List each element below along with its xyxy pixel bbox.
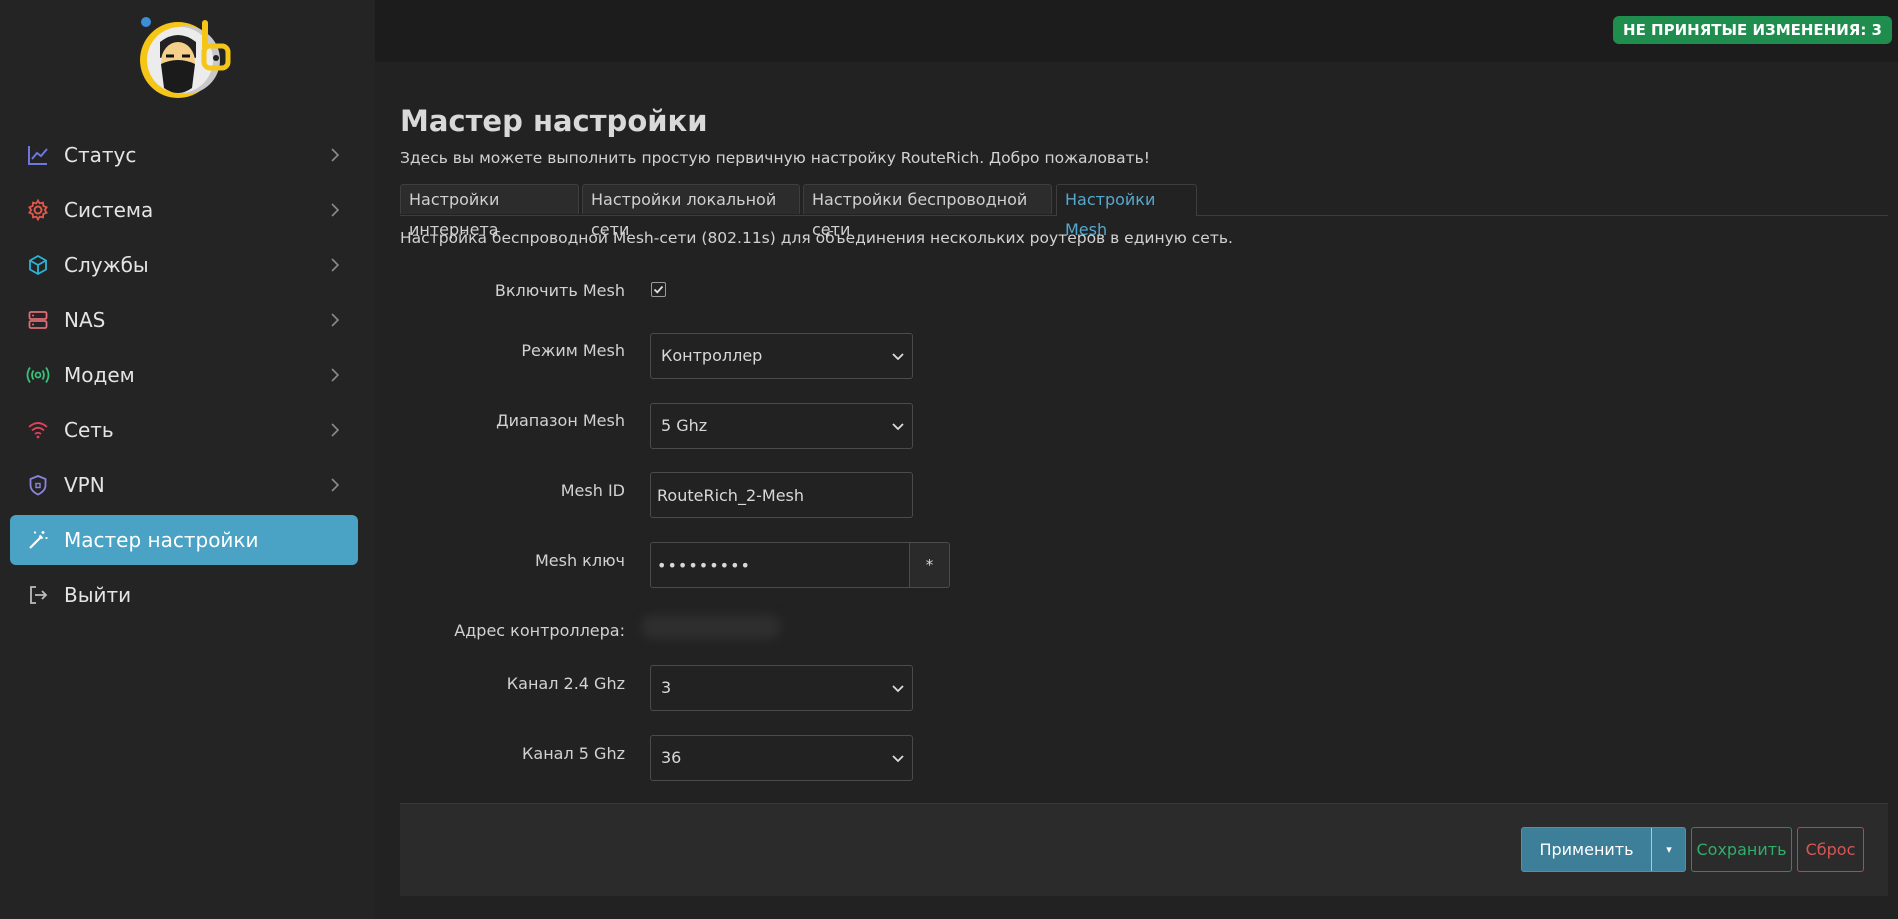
channel-5-select[interactable]: 36	[650, 735, 913, 781]
gear-icon	[26, 198, 50, 222]
sidebar-item-label: Модем	[64, 363, 135, 387]
channel-24-label: Канал 2.4 Ghz	[506, 674, 625, 693]
magic-wand-icon	[26, 528, 50, 552]
sidebar-item-label: VPN	[64, 473, 105, 497]
server-icon	[26, 308, 50, 332]
chevron-down-icon	[892, 755, 904, 763]
sidebar-item-label: Сеть	[64, 418, 114, 442]
mesh-key-label: Mesh ключ	[534, 551, 625, 570]
sidebar-item-nas[interactable]: NAS	[10, 295, 358, 345]
mesh-id-label: Mesh ID	[560, 481, 625, 500]
chevron-right-icon	[331, 313, 340, 327]
page-title: Мастер настройки	[400, 104, 708, 138]
cube-icon	[26, 253, 50, 277]
chevron-right-icon	[331, 368, 340, 382]
chart-line-icon	[26, 143, 50, 167]
mesh-band-label: Диапазон Mesh	[496, 411, 625, 430]
chevron-right-icon	[331, 478, 340, 492]
sidebar-item-vpn[interactable]: VPN	[10, 460, 358, 510]
sidebar-item-status[interactable]: Статус	[10, 130, 358, 180]
section-description: Настройка беспроводной Mesh-сети (802.11…	[400, 229, 1233, 247]
channel-5-label: Канал 5 Ghz	[522, 744, 625, 763]
sidebar-item-setup-wizard[interactable]: Мастер настройки	[10, 515, 358, 565]
controller-address-value-redacted	[642, 615, 780, 639]
top-bar: НЕ ПРИНЯТЫЕ ИЗМЕНЕНИЯ: 3	[375, 0, 1898, 62]
sidebar: Статус Система Службы NAS Модем Сеть VPN…	[0, 0, 375, 919]
tab-lan[interactable]: Настройки локальной сети	[582, 184, 800, 239]
sidebar-nav: Статус Система Службы NAS Модем Сеть VPN…	[10, 130, 358, 625]
chevron-down-icon	[892, 423, 904, 431]
chevron-down-icon	[892, 353, 904, 361]
sidebar-item-system[interactable]: Система	[10, 185, 358, 235]
sidebar-item-logout[interactable]: Выйти	[10, 570, 358, 620]
mesh-band-value: 5 Ghz	[661, 416, 708, 435]
mesh-id-input[interactable]	[650, 472, 913, 518]
broadcast-icon	[26, 363, 50, 387]
shield-icon	[26, 473, 50, 497]
sidebar-item-label: Система	[64, 198, 154, 222]
chevron-down-icon	[892, 685, 904, 693]
sidebar-item-label: Выйти	[64, 583, 132, 607]
mesh-key-input[interactable]	[650, 542, 910, 588]
chevron-right-icon	[331, 148, 340, 162]
apply-dropdown-toggle[interactable]: ▾	[1652, 828, 1686, 871]
apply-button[interactable]: Применить ▾	[1521, 827, 1686, 872]
tab-internet[interactable]: Настройки интернета	[400, 184, 579, 239]
apply-button-label: Применить	[1539, 840, 1634, 859]
mesh-mode-value: Контроллер	[661, 346, 763, 365]
sidebar-item-label: NAS	[64, 308, 106, 332]
reveal-password-button[interactable]: *	[909, 542, 950, 588]
reset-button[interactable]: Сброс	[1797, 827, 1864, 872]
enable-mesh-label: Включить Mesh	[494, 281, 625, 300]
channel-24-value: 3	[661, 678, 672, 697]
unsaved-changes-badge[interactable]: НЕ ПРИНЯТЫЕ ИЗМЕНЕНИЯ: 3	[1613, 16, 1892, 44]
sidebar-item-label: Статус	[64, 143, 137, 167]
channel-5-value: 36	[661, 748, 682, 767]
chevron-right-icon	[331, 423, 340, 437]
mesh-mode-label: Режим Mesh	[521, 341, 625, 360]
sidebar-item-services[interactable]: Службы	[10, 240, 358, 290]
sidebar-item-label: Службы	[64, 253, 149, 277]
enable-mesh-checkbox[interactable]	[651, 282, 666, 297]
wifi-icon	[26, 418, 50, 442]
mesh-mode-select[interactable]: Контроллер	[650, 333, 913, 379]
logout-icon	[26, 583, 50, 607]
channel-24-select[interactable]: 3	[650, 665, 913, 711]
tab-bar: Настройки интернета Настройки локальной …	[400, 184, 1888, 239]
tab-wireless[interactable]: Настройки беспроводной сети	[803, 184, 1052, 239]
chevron-right-icon	[331, 203, 340, 217]
sidebar-item-label: Мастер настройки	[64, 528, 259, 552]
chevron-right-icon	[331, 258, 340, 272]
check-icon	[653, 285, 664, 294]
save-button[interactable]: Сохранить	[1691, 827, 1792, 872]
sidebar-item-modem[interactable]: Модем	[10, 350, 358, 400]
controller-address-label: Адрес контроллера:	[454, 621, 625, 640]
brand-logo[interactable]	[130, 12, 238, 104]
mesh-band-select[interactable]: 5 Ghz	[650, 403, 913, 449]
tab-mesh[interactable]: Настройки Mesh	[1056, 184, 1197, 239]
sidebar-item-network[interactable]: Сеть	[10, 405, 358, 455]
page-description: Здесь вы можете выполнить простую первич…	[400, 149, 1150, 167]
